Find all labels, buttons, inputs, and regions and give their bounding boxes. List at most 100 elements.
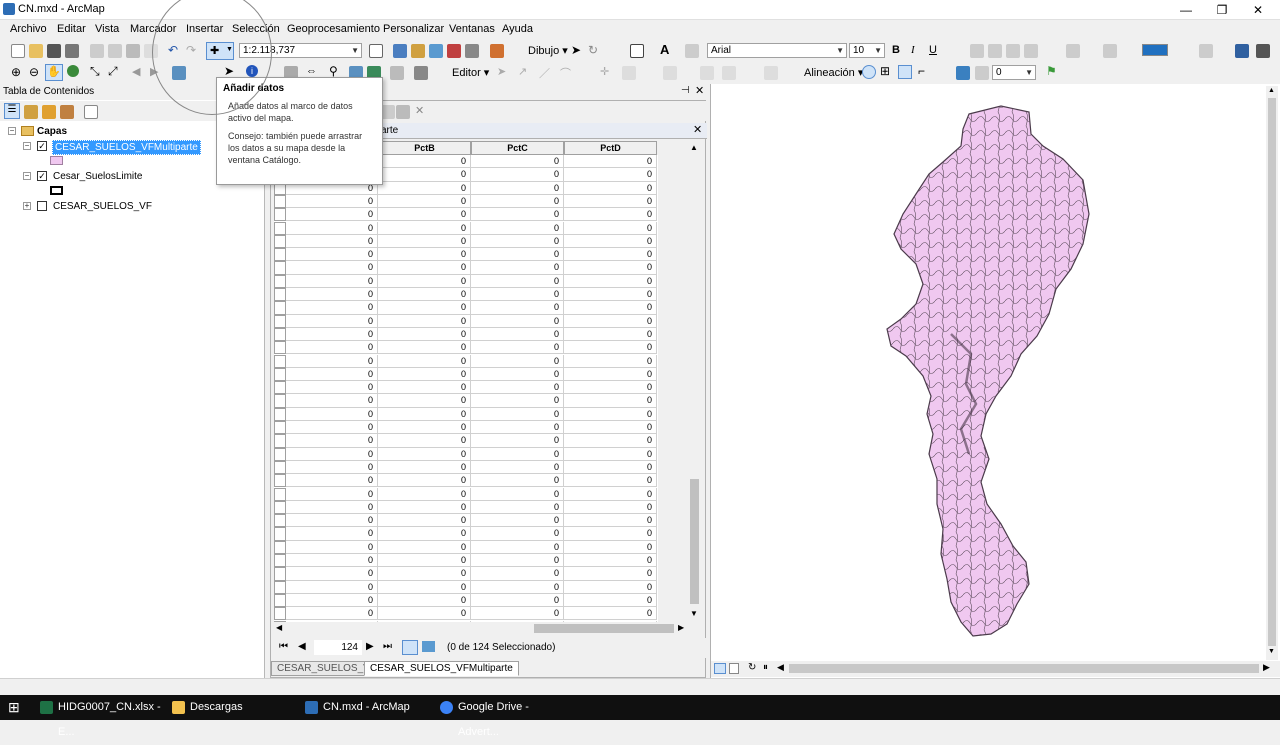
table-vertical-scrollbar[interactable]: ▲ ▼ — [688, 141, 701, 623]
map-horizontal-thumb[interactable] — [789, 664, 1259, 673]
table-cell[interactable]: 0 — [471, 421, 564, 435]
list-by-selection-icon[interactable] — [60, 105, 74, 119]
table-cell[interactable]: 0 — [471, 181, 564, 195]
forward-extent-icon[interactable]: ▶ — [150, 65, 158, 78]
create-features-icon[interactable] — [764, 66, 778, 80]
table-cell[interactable]: 0 — [471, 527, 564, 541]
edit-tool-icon[interactable]: ➤ — [497, 65, 506, 78]
minimize-button[interactable]: — — [1168, 0, 1204, 20]
table-cell[interactable]: 0 — [378, 593, 471, 608]
row-selector[interactable] — [274, 607, 286, 621]
data-view-icon[interactable] — [714, 663, 726, 674]
table-cell[interactable]: 0 — [471, 367, 564, 382]
layer-effects-icon[interactable] — [975, 66, 989, 80]
row-selector[interactable] — [274, 434, 286, 448]
close-panel-icon[interactable]: ✕ — [695, 84, 704, 97]
table-cell[interactable]: 0 — [471, 261, 564, 275]
italic-button[interactable]: I — [911, 44, 915, 56]
taskbar-item-descargas[interactable]: Descargas — [170, 695, 295, 720]
table-cell[interactable]: 0 — [378, 301, 471, 315]
table-cell[interactable]: 0 — [471, 381, 564, 395]
table-cell[interactable]: 0 — [378, 580, 471, 594]
expander-layer-3[interactable]: + — [23, 202, 31, 210]
taskbar-item-arcmap[interactable]: CN.mxd - ArcMap — [303, 695, 433, 720]
table-cell[interactable]: 0 — [286, 593, 378, 608]
row-selector[interactable] — [274, 514, 286, 528]
table-cell[interactable]: 0 — [471, 394, 564, 408]
table-cell[interactable]: 0 — [564, 327, 657, 342]
table-cell[interactable]: 0 — [471, 288, 564, 302]
previous-record-icon[interactable]: ◀ — [298, 641, 306, 652]
table-cell[interactable]: 0 — [378, 514, 471, 528]
table-cell[interactable]: 0 — [378, 248, 471, 262]
table-cell[interactable]: 0 — [286, 514, 378, 528]
table-cell[interactable]: 0 — [564, 248, 657, 262]
row-selector[interactable] — [274, 593, 286, 608]
column-header-pctb[interactable]: PctB — [378, 141, 471, 155]
new-document-icon[interactable] — [11, 44, 25, 58]
table-cell[interactable]: 0 — [286, 607, 378, 621]
show-selected-records-icon[interactable] — [422, 641, 435, 652]
menu-vista[interactable]: Vista — [95, 23, 119, 35]
create-viewer-icon[interactable] — [414, 66, 428, 80]
table-cell[interactable]: 0 — [286, 367, 378, 382]
sketch-properties-icon[interactable] — [722, 66, 736, 80]
menu-ayuda[interactable]: Ayuda — [502, 23, 533, 35]
layout-tool-icon[interactable] — [1256, 44, 1270, 58]
vertical-scroll-thumb[interactable] — [690, 479, 699, 604]
table-cell[interactable]: 0 — [378, 607, 471, 621]
table-cell[interactable]: 0 — [378, 234, 471, 249]
table-cell[interactable]: 0 — [286, 421, 378, 435]
table-cell[interactable]: 0 — [378, 567, 471, 581]
table-cell[interactable]: 0 — [471, 474, 564, 488]
table-cell[interactable]: 0 — [564, 194, 657, 209]
table-cell[interactable]: 0 — [286, 500, 378, 515]
table-cell[interactable]: 0 — [564, 460, 657, 475]
table-cell[interactable]: 0 — [286, 341, 378, 355]
row-selector[interactable] — [274, 261, 286, 275]
table-cell[interactable]: 0 — [564, 580, 657, 594]
tab-cesar-suelos-vfmultiparte[interactable]: CESAR_SUELOS_VFMultiparte — [364, 661, 519, 676]
select-elements-icon[interactable]: ➤ — [571, 43, 581, 57]
table-cell[interactable]: 0 — [286, 447, 378, 461]
row-selector[interactable] — [274, 327, 286, 342]
undo-icon[interactable]: ↶ — [168, 43, 178, 57]
table-cell[interactable]: 0 — [471, 314, 564, 328]
layer-2-checkbox[interactable]: ✓ — [37, 171, 47, 181]
table-cell[interactable]: 0 — [286, 301, 378, 315]
select-features-icon[interactable] — [172, 66, 186, 80]
layout-tool-icon[interactable] — [1066, 44, 1080, 58]
map-scale-combo[interactable]: 1:2.118,737 ▼ — [239, 43, 362, 58]
table-cell[interactable]: 0 — [286, 261, 378, 275]
table-cell[interactable]: 0 — [378, 261, 471, 275]
table-cell[interactable]: 0 — [378, 288, 471, 302]
table-cell[interactable]: 0 — [564, 341, 657, 355]
row-selector[interactable] — [274, 288, 286, 302]
arctoolbox-icon[interactable] — [447, 44, 461, 58]
row-selector[interactable] — [274, 194, 286, 209]
table-cell[interactable]: 0 — [378, 367, 471, 382]
back-extent-icon[interactable]: ◀ — [132, 65, 140, 78]
table-cell[interactable]: 0 — [286, 527, 378, 541]
table-cell[interactable]: 0 — [286, 327, 378, 342]
list-by-drawing-order-icon[interactable]: ☰ — [4, 103, 20, 119]
row-selector[interactable] — [274, 208, 286, 222]
find-route-icon[interactable]: ⚲ — [329, 64, 338, 78]
column-header-pctd[interactable]: PctD — [564, 141, 657, 155]
table-cell[interactable]: 0 — [471, 407, 564, 421]
table-cell[interactable]: 0 — [564, 447, 657, 461]
table-cell[interactable]: 0 — [564, 181, 657, 195]
table-cell[interactable]: 0 — [286, 394, 378, 408]
text-tool-icon[interactable]: A — [660, 42, 669, 57]
table-cell[interactable]: 0 — [378, 354, 471, 368]
fixed-zoom-in-icon[interactable]: ⤡ — [90, 64, 100, 79]
flag-icon[interactable]: ⚑ — [1046, 64, 1057, 78]
table-cell[interactable]: 0 — [378, 447, 471, 461]
table-tool-icon[interactable] — [396, 105, 410, 119]
table-cell[interactable]: 0 — [564, 288, 657, 302]
menu-insertar[interactable]: Insertar — [186, 23, 223, 35]
row-selector[interactable] — [274, 248, 286, 262]
table-cell[interactable]: 0 — [564, 407, 657, 421]
pan-icon[interactable]: ✋ — [45, 64, 63, 81]
table-cell[interactable]: 0 — [378, 460, 471, 475]
